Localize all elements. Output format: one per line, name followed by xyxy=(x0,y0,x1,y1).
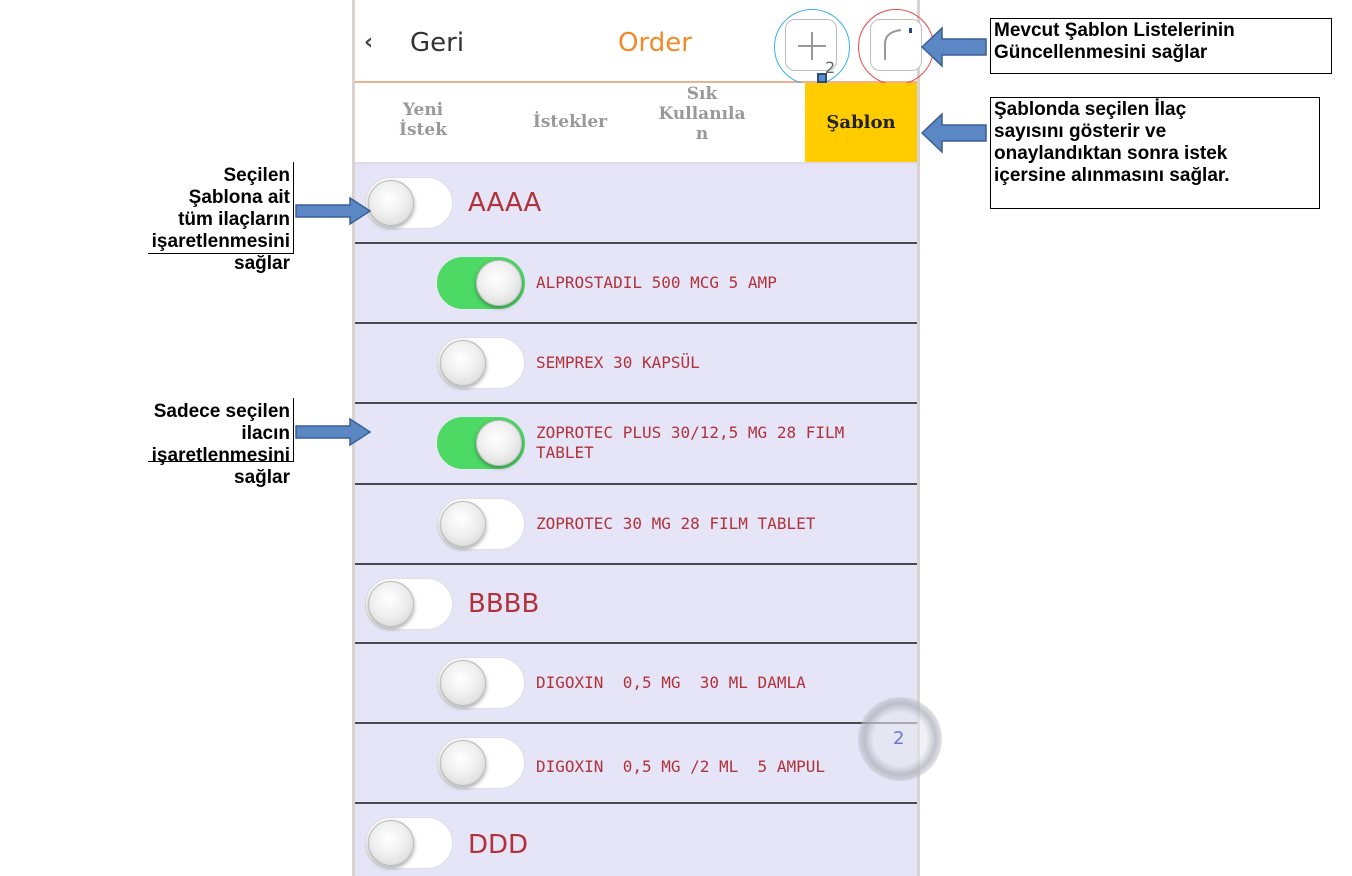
annotation-text: onaylandıktan sonra istek xyxy=(994,143,1228,164)
toggle-knob xyxy=(440,340,486,386)
item-toggle-switch[interactable] xyxy=(437,257,525,309)
item-toggle-switch[interactable] xyxy=(437,498,525,550)
arrow-right-icon xyxy=(295,417,372,447)
toggle-knob xyxy=(440,660,486,706)
tab-label: İstek xyxy=(399,120,447,140)
toggle-knob xyxy=(368,180,414,226)
medication-row[interactable]: SEMPREX 30 KAPSÜL xyxy=(355,324,917,404)
toggle-knob xyxy=(368,581,414,627)
item-toggle-switch[interactable] xyxy=(437,337,525,389)
tab-label: İstekler xyxy=(532,112,608,132)
medication-name: ALPROSTADIL 500 MCG 5 AMP xyxy=(536,273,777,292)
tab-frequently-used[interactable]: Sık Kullanıla n xyxy=(652,84,752,144)
tab-label: Yeni xyxy=(402,100,444,120)
annotation-update-lists: Mevcut Şablon Listelerinin Güncellenmesi… xyxy=(990,18,1332,74)
medication-row[interactable]: ZOPROTEC PLUS 30/12,5 MG 28 FILM TABLET xyxy=(355,404,917,485)
toggle-knob xyxy=(476,420,522,466)
group-name: BBBB xyxy=(468,589,540,619)
group-toggle-switch[interactable] xyxy=(365,578,453,630)
template-group-row[interactable]: AAAA xyxy=(355,164,917,244)
medication-row[interactable]: ALPROSTADIL 500 MCG 5 AMP xyxy=(355,244,917,324)
toggle-knob xyxy=(368,820,414,866)
toggle-knob xyxy=(440,501,486,547)
medication-name: DIGOXIN 0,5 MG /2 ML 5 AMPUL xyxy=(536,757,825,776)
toggle-knob xyxy=(476,260,522,306)
back-button[interactable]: Geri xyxy=(410,28,464,58)
tab-label: Kullanıla xyxy=(658,104,746,124)
arrow-left-icon xyxy=(920,26,987,68)
annotation-text: Seçilen Şablona ait xyxy=(188,165,290,208)
item-toggle-switch[interactable] xyxy=(437,737,525,789)
selected-count: 2 xyxy=(893,728,905,749)
annotation-text: Güncellenmesini sağlar xyxy=(994,42,1208,63)
arrow-left-icon xyxy=(920,112,987,154)
tab-templates[interactable]: Şablon xyxy=(805,83,917,163)
annotation-select-one: Sadece seçilen ilacın işaretlenmesini sa… xyxy=(148,398,294,488)
medication-row[interactable]: DIGOXIN 0,5 MG 30 ML DAMLA xyxy=(355,644,917,724)
arrow-right-icon xyxy=(295,196,372,226)
annotation-selected-count: Şablonda seçilen İlaç sayısını gösterir … xyxy=(990,97,1320,209)
tab-label: Şablon xyxy=(826,112,896,133)
chevron-left-icon[interactable]: ‹ xyxy=(364,30,373,55)
medication-name: TABLET xyxy=(536,443,594,462)
page-title: Order xyxy=(618,28,692,58)
group-name: AAAA xyxy=(468,188,542,218)
medication-name: SEMPREX 30 KAPSÜL xyxy=(536,353,700,372)
medication-row[interactable]: ZOPROTEC 30 MG 28 FILM TABLET xyxy=(355,485,917,565)
highlight-ring-blue xyxy=(774,9,850,85)
tab-new-request[interactable]: Yeni İstek xyxy=(378,100,468,140)
annotation-text: işaretlenmesini sağlar xyxy=(151,231,290,274)
group-toggle-switch[interactable] xyxy=(365,817,453,869)
medication-name: ZOPROTEC 30 MG 28 FILM TABLET xyxy=(536,514,816,533)
item-toggle-switch[interactable] xyxy=(437,417,525,469)
medication-row[interactable]: DIGOXIN 0,5 MG /2 ML 5 AMPUL xyxy=(355,724,917,804)
template-group-row[interactable]: BBBB xyxy=(355,565,917,644)
annotation-text: işaretlenmesini sağlar xyxy=(151,445,290,488)
annotation-select-all: Seçilen Şablona ait tüm ilaçların işaret… xyxy=(148,162,294,274)
tab-label: Sık xyxy=(686,84,718,104)
tab-requests[interactable]: İstekler xyxy=(520,112,620,132)
annotation-text: Sadece seçilen ilacın xyxy=(153,401,290,444)
group-name: DDD xyxy=(468,830,529,860)
annotation-text: Şablonda seçilen İlaç xyxy=(994,99,1187,120)
annotation-text: Mevcut Şablon Listelerinin xyxy=(994,20,1235,41)
medication-name: DIGOXIN 0,5 MG 30 ML DAMLA xyxy=(536,673,806,692)
toggle-knob xyxy=(440,740,486,786)
group-toggle-switch[interactable] xyxy=(365,177,453,229)
annotation-text: sayısını gösterir ve xyxy=(994,121,1167,142)
marker-square xyxy=(817,73,827,83)
item-toggle-switch[interactable] xyxy=(437,657,525,709)
medication-name: ZOPROTEC PLUS 30/12,5 MG 28 FILM xyxy=(536,423,845,442)
template-group-row[interactable]: DDD xyxy=(355,804,917,876)
annotation-text: içersine alınmasını sağlar. xyxy=(994,165,1230,186)
annotation-text: tüm ilaçların xyxy=(178,209,290,230)
tab-label: n xyxy=(695,124,709,144)
